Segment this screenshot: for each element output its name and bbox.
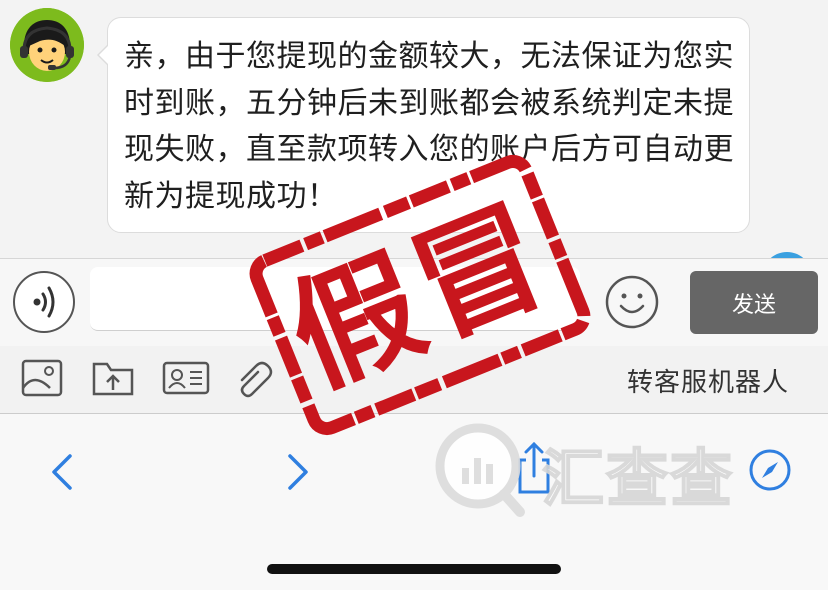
emoji-button[interactable]	[604, 274, 660, 330]
attachment-toolbar: 转客服机器人	[0, 346, 828, 414]
chat-area: 亲，由于您提现的金额较大，无法保证为您实时到账，五分钟后未到账都会被系统判定未提…	[0, 0, 828, 302]
message-input[interactable]	[90, 267, 580, 331]
chevron-left-icon[interactable]	[46, 452, 76, 492]
attach-icon	[240, 361, 273, 398]
share-icon[interactable]	[512, 440, 556, 496]
message-bubble: 亲，由于您提现的金额较大，无法保证为您实时到账，五分钟后未到账都会被系统判定未提…	[97, 17, 750, 233]
chevron-right-icon[interactable]	[284, 452, 314, 492]
image-button[interactable]	[20, 358, 64, 398]
message-input-bar: 发送	[0, 258, 828, 346]
browser-nav-bar	[0, 414, 828, 590]
customer-service-avatar[interactable]	[10, 8, 84, 82]
image-icon	[21, 359, 63, 397]
folder-upload-icon	[92, 362, 134, 396]
contact-card-button[interactable]	[162, 358, 210, 398]
customer-service-agent-icon	[10, 8, 84, 82]
compass-icon[interactable]	[748, 448, 792, 492]
contact-card-icon	[162, 361, 210, 395]
attach-button[interactable]	[234, 358, 278, 398]
voice-input-button[interactable]	[13, 271, 75, 333]
transfer-to-bot-link[interactable]: 转客服机器人	[627, 362, 789, 399]
send-button[interactable]: 发送	[690, 271, 818, 334]
voice-input-icon	[33, 286, 55, 318]
folder-upload-button[interactable]	[91, 358, 135, 398]
message-text: 亲，由于您提现的金额较大，无法保证为您实时到账，五分钟后未到账都会被系统判定未提…	[124, 39, 734, 214]
smiley-icon	[605, 275, 659, 329]
home-indicator[interactable]	[267, 564, 561, 574]
